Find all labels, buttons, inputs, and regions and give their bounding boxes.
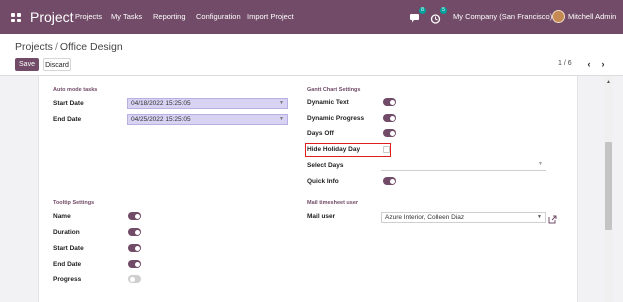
auto-mode-title: Auto mode tasks: [53, 87, 98, 93]
tooltip-settings-title: Tooltip Settings: [53, 200, 95, 206]
activity-badge: 5: [440, 7, 447, 14]
chevron-down-icon: ▼: [537, 214, 542, 220]
menu-configuration[interactable]: Configuration: [196, 12, 241, 21]
end-date-input[interactable]: 04/25/2022 15:25:05 ▼: [127, 114, 288, 125]
chat-badge: 8: [419, 7, 426, 14]
menu-projects[interactable]: Projects: [75, 12, 102, 21]
tooltip-duration-toggle[interactable]: [128, 228, 141, 236]
start-date-value: 04/18/2022 15:25:05: [131, 100, 191, 107]
chevron-down-icon: ▼: [279, 116, 284, 122]
scrollbar-thumb[interactable]: [605, 142, 612, 230]
days-off-toggle[interactable]: [383, 129, 396, 137]
user-avatar[interactable]: [552, 10, 565, 23]
start-date-input[interactable]: 04/18/2022 15:25:05 ▼: [127, 98, 288, 109]
select-days-label: Select Days: [307, 162, 344, 169]
dynamic-progress-toggle[interactable]: [383, 114, 396, 122]
tooltip-progress-toggle[interactable]: [128, 275, 141, 283]
pager-previous-button[interactable]: ‹: [583, 58, 595, 71]
tooltip-start-date-label: Start Date: [53, 245, 84, 252]
user-menu[interactable]: Mitchell Admin: [568, 12, 616, 21]
pager-next-button[interactable]: ›: [597, 58, 609, 71]
dynamic-text-label: Dynamic Text: [307, 99, 349, 106]
menu-my-tasks[interactable]: My Tasks: [111, 12, 142, 21]
menu-import-project[interactable]: Import Project: [247, 12, 294, 21]
pager-value[interactable]: 1 / 6: [558, 60, 572, 67]
top-navbar: Project Projects My Tasks Reporting Conf…: [0, 0, 623, 34]
tooltip-end-date-label: End Date: [53, 261, 82, 268]
hide-holiday-label: Hide Holiday Day: [307, 146, 361, 153]
external-link-icon[interactable]: [548, 211, 557, 224]
breadcrumb-projects[interactable]: Projects: [15, 41, 53, 53]
chevron-down-icon: ▼: [538, 161, 543, 167]
breadcrumb: Projects / Office Design: [15, 41, 123, 53]
tooltip-name-toggle[interactable]: [128, 212, 141, 220]
discard-button[interactable]: Discard: [43, 58, 71, 71]
chevron-down-icon: ▼: [279, 100, 284, 106]
tooltip-start-date-toggle[interactable]: [128, 244, 141, 252]
dynamic-text-toggle[interactable]: [383, 98, 396, 106]
activity-icon[interactable]: 5: [430, 7, 447, 24]
mail-user-label: Mail user: [307, 213, 336, 220]
tooltip-name-label: Name: [53, 213, 71, 220]
mail-user-value: Azure Interior, Colleen Diaz: [385, 214, 465, 221]
mail-timesheet-title: Mail timesheet user: [307, 200, 359, 206]
save-button[interactable]: Save: [15, 58, 39, 71]
tooltip-progress-label: Progress: [53, 276, 82, 283]
hide-holiday-checkbox[interactable]: [383, 146, 390, 153]
mail-user-select[interactable]: Azure Interior, Colleen Diaz ▼: [381, 212, 546, 223]
breadcrumb-separator: /: [54, 41, 58, 53]
chat-icon[interactable]: 8: [409, 7, 426, 23]
control-panel: Projects / Office Design Save Discard 1 / …: [0, 34, 623, 76]
menu-reporting[interactable]: Reporting: [153, 12, 186, 21]
company-switcher[interactable]: My Company (San Francisco): [453, 12, 552, 21]
scroll-up-icon[interactable]: ▲: [606, 79, 611, 85]
end-date-value: 04/25/2022 15:25:05: [131, 116, 191, 123]
end-date-label: End Date: [53, 116, 82, 123]
breadcrumb-current: Office Design: [59, 41, 123, 53]
app-brand[interactable]: Project: [30, 9, 74, 25]
apps-menu-icon[interactable]: [11, 13, 21, 22]
quick-info-label: Quick Info: [307, 178, 339, 185]
select-days-input[interactable]: ▼: [381, 160, 546, 171]
gantt-settings-title: Gantt Chart Settings: [307, 87, 361, 93]
days-off-label: Days Off: [307, 130, 334, 137]
tooltip-end-date-toggle[interactable]: [128, 260, 141, 268]
start-date-label: Start Date: [53, 100, 84, 107]
form-sheet: [38, 76, 578, 302]
dynamic-progress-label: Dynamic Progress: [307, 115, 365, 122]
quick-info-toggle[interactable]: [383, 177, 396, 185]
tooltip-duration-label: Duration: [53, 229, 80, 236]
